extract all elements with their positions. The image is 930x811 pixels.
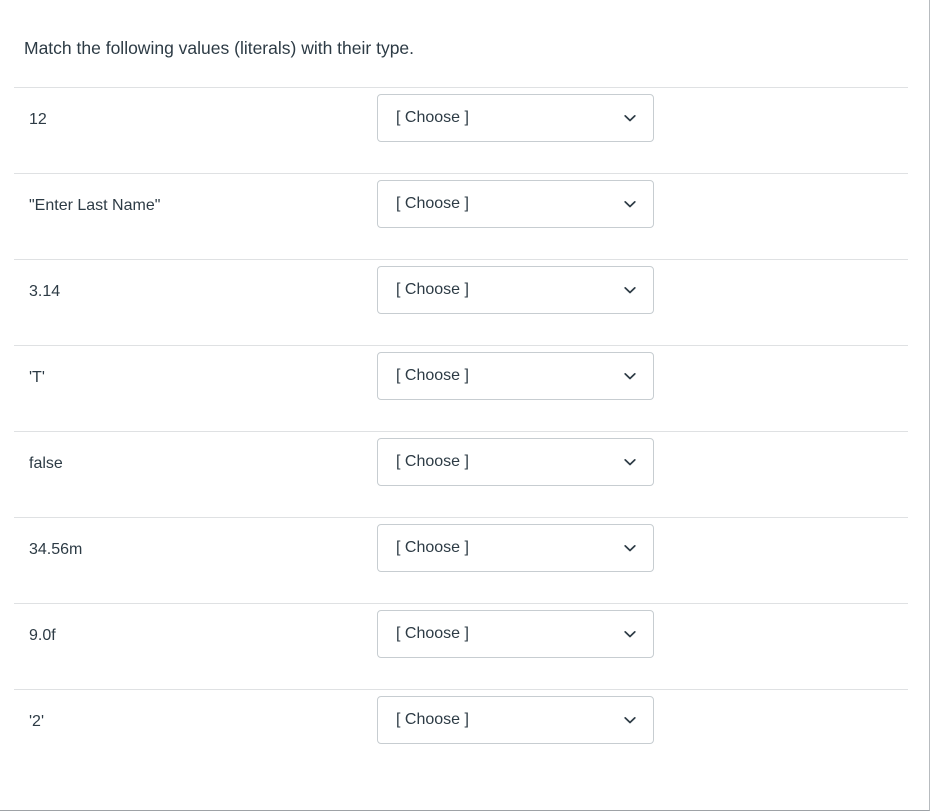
chevron-down-icon [615, 283, 653, 297]
match-answer-selected-value: [ Choose ] [378, 367, 615, 385]
match-pair-list: 12 [ Choose ] "Enter Last Name" [ Choose… [0, 87, 922, 775]
chevron-down-icon [615, 197, 653, 211]
chevron-down-icon [615, 627, 653, 641]
match-answer-selected-value: [ Choose ] [378, 711, 615, 729]
match-answer-select-wrap: [ Choose ] [377, 696, 654, 744]
match-value-label: 'T' [14, 346, 364, 389]
question-prompt: Match the following values (literals) wi… [0, 0, 922, 61]
match-answer-select[interactable]: [ Choose ] [377, 180, 654, 228]
match-answer-select-wrap: [ Choose ] [377, 352, 654, 400]
chevron-down-icon [615, 111, 653, 125]
match-value-label: 34.56m [14, 518, 364, 561]
match-value-label: 3.14 [14, 260, 364, 303]
match-answer-select-wrap: [ Choose ] [377, 180, 654, 228]
match-value-label: '2' [14, 690, 364, 733]
chevron-down-icon [615, 713, 653, 727]
match-answer-select[interactable]: [ Choose ] [377, 524, 654, 572]
match-answer-select[interactable]: [ Choose ] [377, 610, 654, 658]
match-row: 'T' [ Choose ] [14, 345, 908, 431]
chevron-down-icon [615, 369, 653, 383]
match-value-label: 12 [14, 88, 364, 131]
match-answer-select[interactable]: [ Choose ] [377, 94, 654, 142]
match-answer-select[interactable]: [ Choose ] [377, 696, 654, 744]
match-row: 12 [ Choose ] [14, 87, 908, 173]
match-row: false [ Choose ] [14, 431, 908, 517]
match-row: 3.14 [ Choose ] [14, 259, 908, 345]
match-value-label: false [14, 432, 364, 475]
match-answer-selected-value: [ Choose ] [378, 539, 615, 557]
match-answer-select-wrap: [ Choose ] [377, 266, 654, 314]
match-answer-select[interactable]: [ Choose ] [377, 438, 654, 486]
match-answer-select-wrap: [ Choose ] [377, 524, 654, 572]
match-answer-select[interactable]: [ Choose ] [377, 352, 654, 400]
match-row: 34.56m [ Choose ] [14, 517, 908, 603]
match-answer-select[interactable]: [ Choose ] [377, 266, 654, 314]
match-value-label: "Enter Last Name" [14, 174, 364, 217]
match-answer-selected-value: [ Choose ] [378, 453, 615, 471]
match-answer-selected-value: [ Choose ] [378, 281, 615, 299]
match-answer-selected-value: [ Choose ] [378, 195, 615, 213]
chevron-down-icon [615, 541, 653, 555]
match-row: 9.0f [ Choose ] [14, 603, 908, 689]
match-answer-select-wrap: [ Choose ] [377, 438, 654, 486]
match-row: '2' [ Choose ] [14, 689, 908, 775]
match-answer-select-wrap: [ Choose ] [377, 94, 654, 142]
match-answer-selected-value: [ Choose ] [378, 625, 615, 643]
matching-question: Match the following values (literals) wi… [0, 0, 922, 775]
match-value-label: 9.0f [14, 604, 364, 647]
match-answer-select-wrap: [ Choose ] [377, 610, 654, 658]
chevron-down-icon [615, 455, 653, 469]
match-answer-selected-value: [ Choose ] [378, 109, 615, 127]
match-row: "Enter Last Name" [ Choose ] [14, 173, 908, 259]
